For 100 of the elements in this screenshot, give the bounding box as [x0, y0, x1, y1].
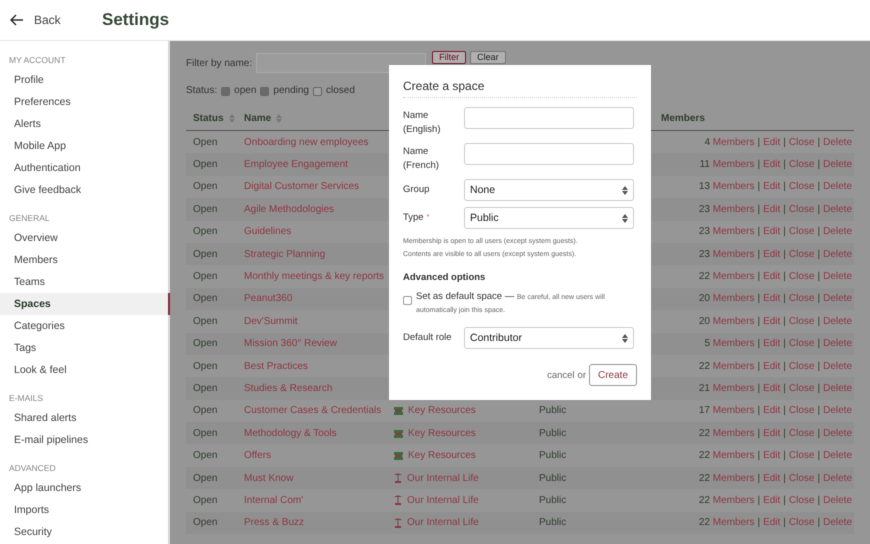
action-link[interactable]: Edit: [763, 517, 780, 528]
action-link[interactable]: Delete: [823, 248, 852, 260]
select-field[interactable]: None: [464, 179, 634, 201]
action-link[interactable]: Delete: [823, 159, 852, 170]
action-link[interactable]: Close: [788, 136, 814, 148]
sidebar-item[interactable]: E-mail pipelines: [0, 429, 168, 451]
action-link[interactable]: Edit: [763, 360, 780, 372]
group-link[interactable]: Our Internal Life: [407, 517, 479, 528]
sidebar-item[interactable]: Shared alerts: [0, 407, 168, 429]
action-link[interactable]: Edit: [763, 248, 780, 260]
group-link[interactable]: Key Resources: [408, 428, 476, 439]
create-button[interactable]: Create: [588, 364, 637, 386]
action-link[interactable]: Members: [712, 405, 754, 416]
action-link[interactable]: Delete: [823, 472, 852, 484]
action-link[interactable]: Close: [788, 517, 814, 528]
action-link[interactable]: Members: [712, 271, 754, 282]
sort-icon[interactable]: [276, 114, 282, 123]
space-name-link[interactable]: Strategic Planning: [244, 248, 326, 260]
action-link[interactable]: Delete: [823, 494, 852, 506]
action-link[interactable]: Members: [712, 450, 754, 462]
action-link[interactable]: Delete: [823, 428, 852, 439]
action-link[interactable]: Delete: [823, 293, 852, 304]
filter-input[interactable]: [256, 53, 426, 73]
action-link[interactable]: Delete: [823, 316, 852, 327]
action-link[interactable]: Members: [712, 204, 754, 215]
text-input[interactable]: [464, 107, 634, 129]
action-link[interactable]: Delete: [823, 181, 852, 192]
action-link[interactable]: Close: [788, 226, 814, 238]
action-link[interactable]: Delete: [823, 360, 852, 372]
column-header[interactable]: Name: [244, 113, 272, 124]
space-name-link[interactable]: Employee Engagement: [244, 159, 348, 170]
group-link[interactable]: Key Resources: [408, 405, 476, 416]
action-link[interactable]: Delete: [823, 450, 852, 462]
action-link[interactable]: Close: [788, 316, 814, 327]
sidebar-item[interactable]: Authentication: [0, 157, 168, 179]
action-link[interactable]: Members: [712, 360, 754, 372]
sidebar-item[interactable]: App launchers: [0, 477, 168, 499]
action-link[interactable]: Delete: [823, 338, 852, 350]
action-link[interactable]: Delete: [823, 271, 852, 282]
action-link[interactable]: Close: [788, 360, 814, 372]
space-name-link[interactable]: Digital Customer Services: [244, 181, 360, 192]
action-link[interactable]: Close: [788, 181, 814, 192]
action-link[interactable]: Members: [712, 338, 754, 350]
space-name-link[interactable]: Guidelines: [244, 226, 292, 238]
sidebar-item[interactable]: Look & feel: [0, 359, 168, 381]
action-link[interactable]: Edit: [763, 382, 780, 394]
action-link[interactable]: Members: [712, 293, 754, 304]
select-field[interactable]: Public: [464, 207, 634, 229]
filter-button[interactable]: Filter: [432, 51, 466, 64]
action-link[interactable]: Close: [788, 159, 814, 170]
action-link[interactable]: Edit: [763, 136, 780, 148]
sidebar-item[interactable]: Mobile App: [0, 135, 168, 157]
group-link[interactable]: Key Resources: [408, 450, 476, 462]
sidebar-item[interactable]: Alerts: [0, 113, 168, 135]
action-link[interactable]: Close: [788, 338, 814, 350]
status-checkbox[interactable]: [221, 86, 230, 96]
action-link[interactable]: Delete: [823, 405, 852, 416]
cancel-link[interactable]: cancel: [547, 370, 575, 380]
action-link[interactable]: Close: [788, 248, 814, 260]
action-link[interactable]: Close: [788, 382, 814, 394]
action-link[interactable]: Close: [788, 450, 814, 462]
select-field[interactable]: Contributor: [464, 327, 634, 349]
action-link[interactable]: Members: [712, 494, 754, 506]
action-link[interactable]: Edit: [763, 293, 780, 304]
action-link[interactable]: Delete: [823, 517, 852, 528]
action-link[interactable]: Close: [788, 204, 814, 215]
sidebar-item[interactable]: Teams: [0, 271, 168, 293]
action-link[interactable]: Close: [788, 271, 814, 282]
action-link[interactable]: Members: [712, 248, 754, 260]
column-header[interactable]: Members: [661, 113, 705, 124]
action-link[interactable]: Edit: [763, 204, 780, 215]
sidebar-item[interactable]: Overview: [0, 227, 168, 249]
space-name-link[interactable]: Agile Methodologies: [244, 204, 334, 215]
sidebar-item[interactable]: Profile: [0, 69, 168, 91]
action-link[interactable]: Edit: [763, 316, 780, 327]
space-name-link[interactable]: Customer Cases & Credentials: [244, 405, 382, 416]
sidebar-item[interactable]: Give feedback: [0, 179, 168, 201]
action-link[interactable]: Members: [712, 472, 754, 484]
action-link[interactable]: Close: [788, 472, 814, 484]
sidebar-item[interactable]: Preferences: [0, 91, 168, 113]
sidebar-item[interactable]: Members: [0, 249, 168, 271]
action-link[interactable]: Edit: [763, 428, 780, 439]
action-link[interactable]: Edit: [763, 450, 780, 462]
action-link[interactable]: Close: [788, 428, 814, 439]
status-checkbox[interactable]: [260, 86, 270, 96]
action-link[interactable]: Edit: [763, 181, 780, 192]
sidebar-item[interactable]: Spaces: [0, 293, 170, 315]
action-link[interactable]: Close: [788, 494, 814, 506]
status-checkbox[interactable]: [312, 86, 322, 96]
action-link[interactable]: Delete: [823, 204, 852, 215]
action-link[interactable]: Edit: [763, 338, 780, 350]
checkbox[interactable]: [403, 296, 412, 305]
action-link[interactable]: Close: [788, 293, 814, 304]
action-link[interactable]: Edit: [763, 472, 780, 484]
action-link[interactable]: Edit: [763, 226, 780, 238]
back-link[interactable]: Back: [10, 13, 102, 27]
sort-icon[interactable]: [228, 114, 235, 123]
space-name-link[interactable]: Mission 360° Review: [244, 338, 337, 350]
action-link[interactable]: Members: [712, 428, 754, 439]
space-name-link[interactable]: Peanut360: [244, 293, 292, 304]
